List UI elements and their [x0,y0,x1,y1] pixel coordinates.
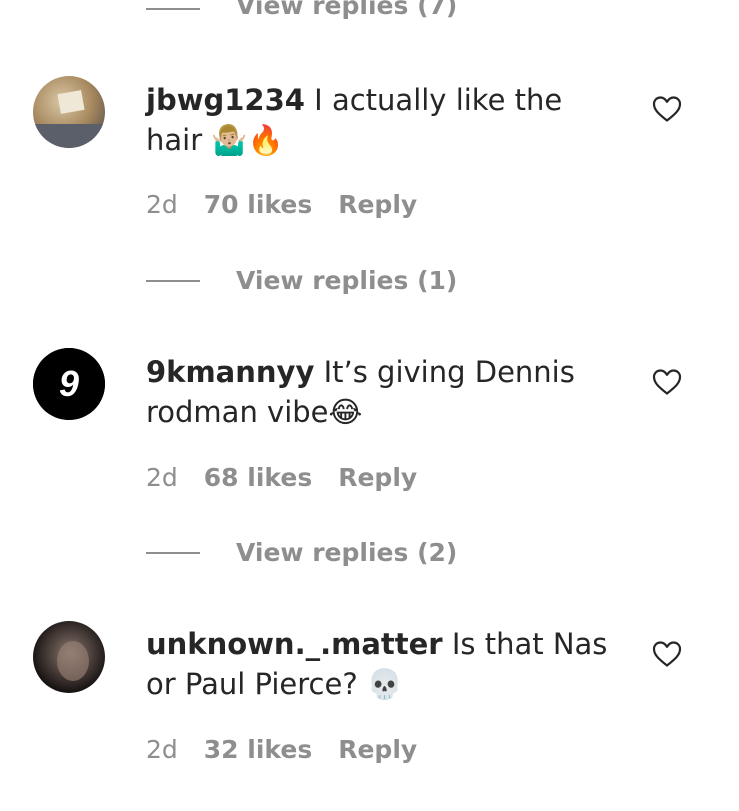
comment-username[interactable]: unknown._.matter [146,627,443,661]
heart-outline-icon[interactable] [652,640,682,668]
view-replies-divider [146,280,200,282]
comment-meta: 2d 70 likes Reply [146,192,417,217]
heart-outline-icon[interactable] [652,368,682,396]
comment-likes[interactable]: 68 likes [204,463,312,492]
comment-meta: 2d 32 likes Reply [146,737,417,762]
comment-time: 2d [146,735,178,764]
avatar[interactable]: 9 [33,348,105,420]
avatar[interactable] [33,76,105,148]
view-replies-divider [146,552,200,554]
avatar-letter: 9 [59,363,79,404]
avatar-image [33,621,105,693]
view-replies-button[interactable]: View replies (2) [236,540,457,565]
comment-time: 2d [146,463,178,492]
comment-likes[interactable]: 70 likes [204,190,312,219]
avatar-image [33,76,105,148]
comment-username[interactable]: 9kmannyy [146,355,314,389]
avatar-image: 9 [33,348,105,420]
comment-username[interactable]: jbwg1234 [146,83,305,117]
comment-likes[interactable]: 32 likes [204,735,312,764]
heart-outline-icon[interactable] [652,95,682,123]
comment-meta: 2d 68 likes Reply [146,465,417,490]
view-replies-divider [146,8,200,10]
reply-button[interactable]: Reply [338,463,417,492]
view-replies-button[interactable]: View replies (1) [236,268,457,293]
view-replies-button[interactable]: View replies (7) [236,0,457,18]
avatar[interactable] [33,621,105,693]
comment-text: unknown._.matter Is that Nas or Paul Pie… [146,624,626,704]
comment-text: jbwg1234 I actually like the hair 🤷🏼‍♂️🔥 [146,80,626,160]
reply-button[interactable]: Reply [338,190,417,219]
comment-text: 9kmannyy It’s giving Dennis rodman vibe😂 [146,352,626,432]
reply-button[interactable]: Reply [338,735,417,764]
comment-time: 2d [146,190,178,219]
